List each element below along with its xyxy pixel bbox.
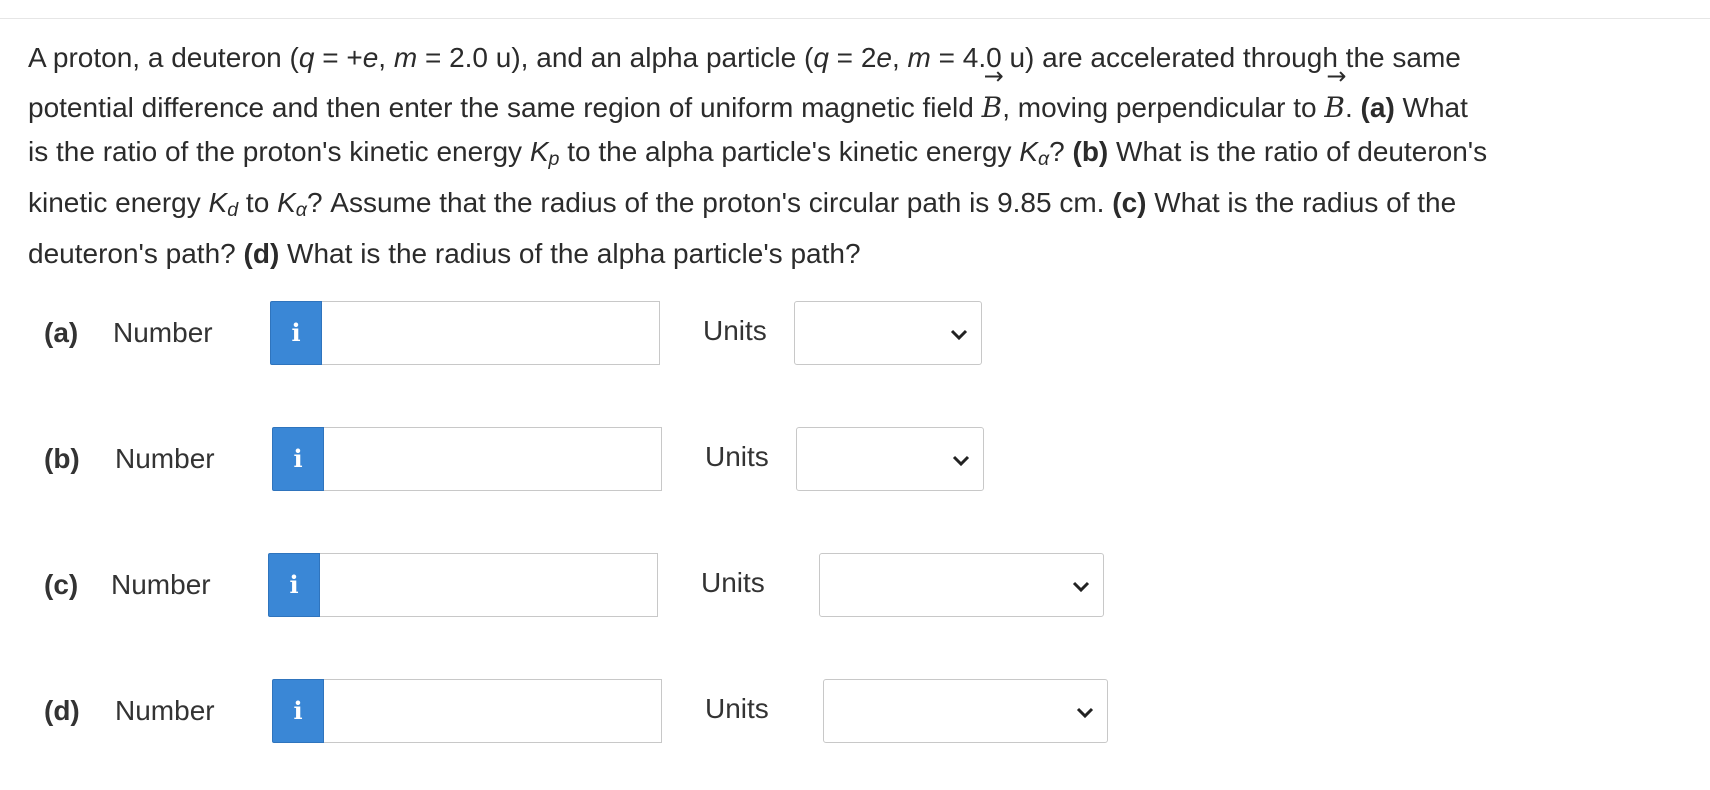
- top-divider: [0, 18, 1710, 19]
- question-line-2: potential difference and then enter the …: [28, 62, 1688, 130]
- chevron-down-icon: [1072, 581, 1090, 593]
- units-select[interactable]: [819, 553, 1104, 617]
- number-input[interactable]: [322, 301, 660, 365]
- vector-b-symbol: → B: [981, 62, 1004, 124]
- part-label: (a): [44, 317, 79, 348]
- units-label: Units: [701, 567, 765, 598]
- question-line-5: deuteron's path? (d) What is the radius …: [28, 238, 861, 269]
- question-line-3: is the ratio of the proton's kinetic ene…: [28, 136, 1488, 170]
- units-select[interactable]: [794, 301, 982, 365]
- info-icon[interactable]: i: [272, 679, 324, 743]
- vector-arrow-icon: →: [983, 62, 1004, 90]
- units-select[interactable]: [823, 679, 1108, 743]
- units-label: Units: [705, 441, 769, 472]
- number-input[interactable]: [324, 427, 662, 491]
- chevron-down-icon: [952, 455, 970, 467]
- answer-row-d: (d) Number i Units: [0, 679, 1710, 743]
- answer-row-c: (c) Number i Units: [0, 553, 1710, 617]
- number-label: Number: [115, 695, 215, 726]
- number-label: Number: [115, 443, 215, 474]
- vector-arrow-icon: →: [1326, 62, 1347, 90]
- units-label: Units: [703, 315, 767, 346]
- info-icon[interactable]: i: [270, 301, 322, 365]
- question-line-4: kinetic energy Kd to Kα? Assume that the…: [28, 187, 1457, 221]
- info-icon[interactable]: i: [268, 553, 320, 617]
- chevron-down-icon: [950, 329, 968, 341]
- chevron-down-icon: [1076, 707, 1094, 719]
- question-line-1: A proton, a deuteron (q = +e, m = 2.0 u)…: [28, 42, 1461, 73]
- part-label: (b): [44, 443, 80, 474]
- vector-b-symbol: → B: [1324, 62, 1347, 124]
- number-input[interactable]: [320, 553, 658, 617]
- answer-row-b: (b) Number i Units: [0, 427, 1710, 491]
- question-text: A proton, a deuteron (q = +e, m = 2.0 u)…: [28, 36, 1688, 276]
- units-label: Units: [705, 693, 769, 724]
- number-input[interactable]: [324, 679, 662, 743]
- number-label: Number: [111, 569, 211, 600]
- units-select[interactable]: [796, 427, 984, 491]
- part-label: (c): [44, 569, 79, 600]
- number-label: Number: [113, 317, 213, 348]
- answer-row-a: (a) Number i Units: [0, 301, 1710, 365]
- info-icon[interactable]: i: [272, 427, 324, 491]
- part-label: (d): [44, 695, 80, 726]
